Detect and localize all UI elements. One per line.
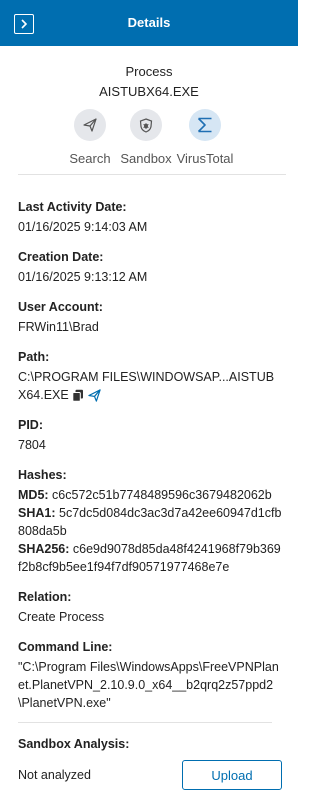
details-header: Details: [0, 0, 298, 46]
path-field: Path: C:\PROGRAM FILES\WINDOWSAP...AISTU…: [18, 349, 282, 404]
entity-type: Process: [125, 64, 173, 79]
field-value: C:\PROGRAM FILES\WINDOWSAP...AISTUBX64.E…: [18, 368, 282, 404]
action-bar: Search Sandbox VirusTotal: [0, 109, 298, 174]
send-icon: [83, 118, 97, 132]
field-value: Create Process: [18, 610, 105, 624]
field-label: Creation Date:: [18, 250, 104, 264]
send-icon[interactable]: [88, 389, 101, 402]
field-value: "C:\Program Files\WindowsApps\FreeVPNPla…: [18, 660, 279, 710]
field-label: PID:: [18, 418, 43, 432]
entity-name: AISTUBX64.EXE: [99, 84, 199, 99]
sandbox-action[interactable]: Sandbox: [118, 109, 174, 166]
command-line-field: Command Line: "C:\Program Files\WindowsA…: [18, 639, 282, 712]
divider: [18, 722, 272, 723]
last-activity-field: Last Activity Date: 01/16/2025 9:14:03 A…: [18, 199, 282, 236]
divider: [18, 174, 286, 175]
pid-field: PID: 7804: [18, 417, 282, 454]
field-label: User Account:: [18, 300, 103, 314]
field-value: 01/16/2025 9:14:03 AM: [18, 220, 148, 234]
md5-hash: MD5: c6c572c51b7748489596c3679482062b: [18, 488, 272, 502]
field-value: FRWin11\Brad: [18, 320, 99, 334]
sandbox-label: Sandbox: [120, 151, 172, 166]
hashes-field: Hashes: MD5: c6c572c51b7748489596c367948…: [18, 467, 282, 576]
sigma-icon: [197, 117, 212, 133]
virustotal-label: VirusTotal: [176, 151, 234, 166]
entity-summary: Process AISTUBX64.EXE: [0, 46, 298, 99]
field-label: Command Line:: [18, 640, 113, 654]
user-account-field: User Account: FRWin11\Brad: [18, 299, 282, 336]
relation-field: Relation: Create Process: [18, 589, 282, 626]
sandbox-analysis-section: Sandbox Analysis: Not analyzed Upload: [0, 737, 298, 790]
sha1-hash: SHA1: 5c7dc5d084dc3ac3d7a42ee60947d1cfb8…: [18, 506, 282, 538]
shield-bug-icon: [139, 117, 153, 133]
details-fields: Last Activity Date: 01/16/2025 9:14:03 A…: [0, 199, 298, 712]
sha256-hash: SHA256: c6e9d9078d85da48f4241968f79b369f…: [18, 542, 281, 574]
search-action[interactable]: Search: [62, 109, 118, 166]
hash-list: MD5: c6c572c51b7748489596c3679482062b SH…: [18, 486, 282, 576]
sandbox-status: Not analyzed: [18, 768, 91, 782]
field-label: Last Activity Date:: [18, 200, 127, 214]
upload-button[interactable]: Upload: [182, 760, 282, 790]
field-value: 01/16/2025 9:13:12 AM: [18, 270, 148, 284]
field-value: 7804: [18, 438, 46, 452]
copy-icon[interactable]: [72, 389, 84, 402]
virustotal-action[interactable]: VirusTotal: [174, 109, 236, 166]
field-label: Relation:: [18, 590, 72, 604]
field-label: Path:: [18, 350, 50, 364]
path-value: C:\PROGRAM FILES\WINDOWSAP...AISTUBX64.E…: [18, 370, 275, 402]
panel-title: Details: [127, 15, 171, 30]
field-label: Hashes:: [18, 468, 67, 482]
creation-date-field: Creation Date: 01/16/2025 9:13:12 AM: [18, 249, 282, 286]
sandbox-label: Sandbox Analysis:: [18, 737, 130, 751]
search-label: Search: [69, 151, 111, 166]
